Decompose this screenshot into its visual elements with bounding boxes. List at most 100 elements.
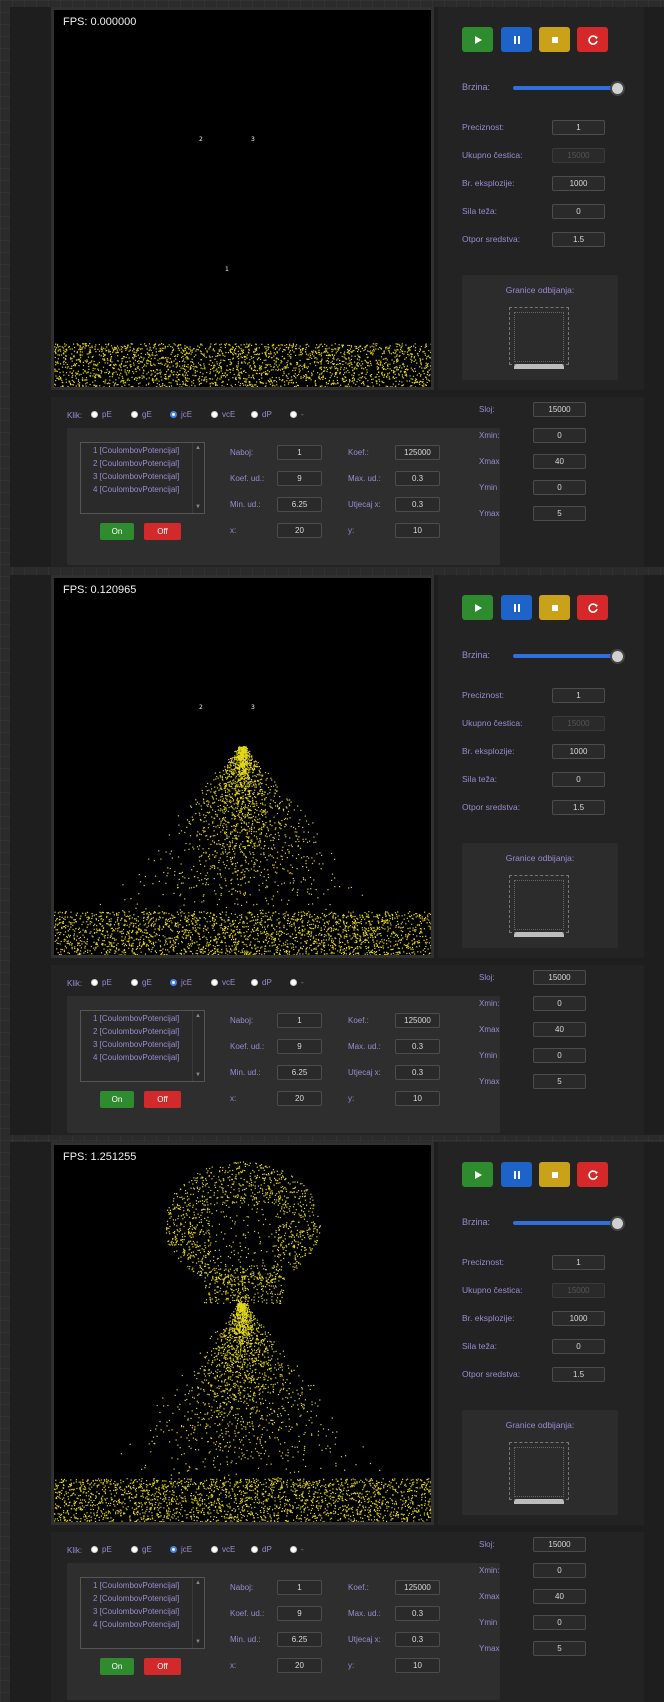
coef-input[interactable]: 125000 xyxy=(395,1580,440,1595)
play-button[interactable] xyxy=(462,1162,493,1187)
radio-dP-dot[interactable] xyxy=(251,1546,258,1553)
radio-vcE-dot[interactable] xyxy=(211,979,218,986)
xmax-input[interactable]: 40 xyxy=(533,1589,586,1604)
max-impact-input[interactable]: 0.3 xyxy=(395,471,440,486)
radio-pE-dot[interactable] xyxy=(91,411,98,418)
radio-gE[interactable]: gE xyxy=(131,978,152,987)
play-button[interactable] xyxy=(462,27,493,52)
xmin-input[interactable]: 0 xyxy=(533,1563,586,1578)
impact-coef-input[interactable]: 9 xyxy=(277,1606,322,1621)
ymax-input[interactable]: 5 xyxy=(533,1641,586,1656)
radio-gE-dot[interactable] xyxy=(131,1546,138,1553)
pause-button[interactable] xyxy=(501,595,532,620)
radio-jcE[interactable]: jcE xyxy=(170,410,192,419)
radio-dP-dot[interactable] xyxy=(251,979,258,986)
on-button[interactable]: On xyxy=(100,1091,134,1108)
list-item[interactable]: 2 [CoulombovPotencijal] xyxy=(93,1594,179,1603)
speed-slider-thumb[interactable] xyxy=(610,81,625,96)
precision-input[interactable]: 1 xyxy=(552,688,605,703)
scroll-up-icon[interactable]: ▲ xyxy=(195,1013,201,1019)
scroll-up-icon[interactable]: ▲ xyxy=(195,1580,201,1586)
gravity-input[interactable]: 0 xyxy=(552,1339,605,1354)
list-scrollbar[interactable]: ▲ ▼ xyxy=(192,1578,204,1648)
pause-button[interactable] xyxy=(501,1162,532,1187)
y-input[interactable]: 10 xyxy=(395,1658,440,1673)
ymin-input[interactable]: 0 xyxy=(533,1048,586,1063)
layer-input[interactable]: 15000 xyxy=(533,1537,586,1552)
scroll-down-icon[interactable]: ▼ xyxy=(195,1639,201,1645)
radio-pE[interactable]: pE xyxy=(91,410,112,419)
radio-pE-dot[interactable] xyxy=(91,979,98,986)
radio-jcE-dot[interactable] xyxy=(170,1546,177,1553)
radio-jcE[interactable]: jcE xyxy=(170,1545,192,1554)
precision-input[interactable]: 1 xyxy=(552,120,605,135)
radio-vcE[interactable]: vcE xyxy=(211,978,235,987)
ymin-input[interactable]: 0 xyxy=(533,480,586,495)
off-button[interactable]: Off xyxy=(144,523,181,540)
max-impact-input[interactable]: 0.3 xyxy=(395,1606,440,1621)
radio-gE[interactable]: gE xyxy=(131,410,152,419)
x-input[interactable]: 20 xyxy=(277,1091,322,1106)
on-button[interactable]: On xyxy=(100,1658,134,1675)
scroll-down-icon[interactable]: ▼ xyxy=(195,1072,201,1078)
ymax-input[interactable]: 5 xyxy=(533,1074,586,1089)
coef-input[interactable]: 125000 xyxy=(395,445,440,460)
min-impact-input[interactable]: 6.25 xyxy=(277,497,322,512)
list-item[interactable]: 1 [CoulombovPotencijal] xyxy=(93,446,179,455)
radio-pE-dot[interactable] xyxy=(91,1546,98,1553)
stop-button[interactable] xyxy=(539,1162,570,1187)
charge-input[interactable]: 1 xyxy=(277,445,322,460)
list-item[interactable]: 4 [CoulombovPotencijal] xyxy=(93,485,179,494)
scroll-up-icon[interactable]: ▲ xyxy=(195,445,201,451)
reset-button[interactable] xyxy=(577,1162,608,1187)
influence-x-input[interactable]: 0.3 xyxy=(395,1065,440,1080)
emitter-list[interactable]: 1 [CoulombovPotencijal] 2 [CoulombovPote… xyxy=(80,1010,205,1082)
radio-vcE[interactable]: vcE xyxy=(211,410,235,419)
influence-x-input[interactable]: 0.3 xyxy=(395,497,440,512)
radio-pE[interactable]: pE xyxy=(91,1545,112,1554)
min-impact-input[interactable]: 6.25 xyxy=(277,1632,322,1647)
y-input[interactable]: 10 xyxy=(395,523,440,538)
max-impact-input[interactable]: 0.3 xyxy=(395,1039,440,1054)
radio-vcE[interactable]: vcE xyxy=(211,1545,235,1554)
stop-button[interactable] xyxy=(539,595,570,620)
xmax-input[interactable]: 40 xyxy=(533,1022,586,1037)
list-item[interactable]: 2 [CoulombovPotencijal] xyxy=(93,459,179,468)
gravity-input[interactable]: 0 xyxy=(552,204,605,219)
y-input[interactable]: 10 xyxy=(395,1091,440,1106)
on-button[interactable]: On xyxy=(100,523,134,540)
off-button[interactable]: Off xyxy=(144,1091,181,1108)
radio-none-dot[interactable] xyxy=(290,979,297,986)
radio-jcE[interactable]: jcE xyxy=(170,978,192,987)
radio-none-dot[interactable] xyxy=(290,411,297,418)
list-scrollbar[interactable]: ▲ ▼ xyxy=(192,443,204,513)
radio-gE-dot[interactable] xyxy=(131,411,138,418)
xmin-input[interactable]: 0 xyxy=(533,428,586,443)
list-scrollbar[interactable]: ▲ ▼ xyxy=(192,1011,204,1081)
layer-input[interactable]: 15000 xyxy=(533,970,586,985)
list-item[interactable]: 4 [CoulombovPotencijal] xyxy=(93,1053,179,1062)
list-item[interactable]: 3 [CoulombovPotencijal] xyxy=(93,472,179,481)
radio-dP-dot[interactable] xyxy=(251,411,258,418)
coef-input[interactable]: 125000 xyxy=(395,1013,440,1028)
gravity-input[interactable]: 0 xyxy=(552,772,605,787)
list-item[interactable]: 3 [CoulombovPotencijal] xyxy=(93,1040,179,1049)
radio-vcE-dot[interactable] xyxy=(211,411,218,418)
simulation-canvas[interactable]: FPS: 0.000000 2 3 1 xyxy=(51,7,434,390)
explosion-count-input[interactable]: 1000 xyxy=(552,744,605,759)
drag-input[interactable]: 1.5 xyxy=(552,232,605,247)
impact-coef-input[interactable]: 9 xyxy=(277,471,322,486)
reset-button[interactable] xyxy=(577,27,608,52)
radio-dP[interactable]: dP xyxy=(251,410,272,419)
radio-jcE-dot[interactable] xyxy=(170,979,177,986)
drag-input[interactable]: 1.5 xyxy=(552,800,605,815)
reset-button[interactable] xyxy=(577,595,608,620)
charge-input[interactable]: 1 xyxy=(277,1580,322,1595)
layer-input[interactable]: 15000 xyxy=(533,402,586,417)
radio-gE-dot[interactable] xyxy=(131,979,138,986)
radio-none[interactable]: - xyxy=(290,410,304,419)
impact-coef-input[interactable]: 9 xyxy=(277,1039,322,1054)
drag-input[interactable]: 1.5 xyxy=(552,1367,605,1382)
ymax-input[interactable]: 5 xyxy=(533,506,586,521)
x-input[interactable]: 20 xyxy=(277,523,322,538)
